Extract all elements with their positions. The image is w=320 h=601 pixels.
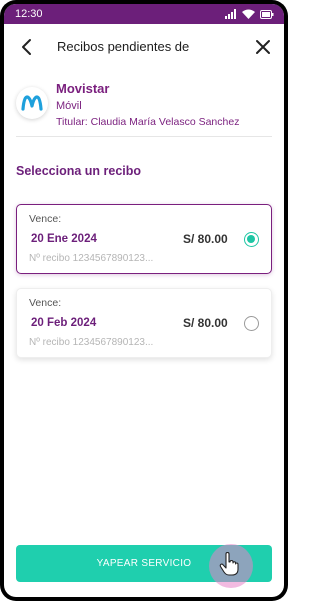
divider: [16, 136, 272, 137]
provider-service: Móvil: [56, 100, 82, 112]
provider-name: Movistar: [56, 81, 110, 96]
receipt-card[interactable]: Vence: 20 Feb 2024 S/ 80.00 Nº recibo 12…: [16, 288, 272, 358]
header: Recibos pendientes de: [4, 30, 284, 64]
status-bar: 12:30: [4, 4, 284, 24]
device-frame: 12:30 Recibos pendientes de Movistar Móv…: [0, 0, 288, 601]
status-time: 12:30: [15, 8, 43, 20]
due-label: Vence:: [29, 213, 62, 225]
receipt-number: Nº recibo 1234567890123...: [29, 337, 154, 348]
signal-icon: [225, 9, 236, 19]
wifi-icon: [242, 9, 255, 19]
back-arrow-icon[interactable]: [18, 37, 36, 57]
section-title: Selecciona un recibo: [16, 164, 142, 178]
receipt-radio-selected[interactable]: [244, 232, 259, 247]
due-label: Vence:: [29, 297, 62, 309]
due-date: 20 Ene 2024: [31, 233, 97, 245]
provider-card: Movistar Móvil Titular: Claudia María Ve…: [16, 78, 272, 136]
battery-icon: [260, 9, 274, 19]
due-date: 20 Feb 2024: [31, 317, 97, 329]
hand-cursor-icon: [219, 552, 239, 576]
app-screen: 12:30 Recibos pendientes de Movistar Móv…: [4, 4, 284, 597]
receipt-amount: S/ 80.00: [183, 232, 228, 246]
close-icon[interactable]: [254, 38, 272, 56]
receipt-number: Nº recibo 1234567890123...: [29, 253, 154, 264]
movistar-logo-icon: [16, 87, 48, 119]
account-holder: Titular: Claudia María Velasco Sanchez: [56, 116, 240, 128]
receipt-card[interactable]: Vence: 20 Ene 2024 S/ 80.00 Nº recibo 12…: [16, 204, 272, 274]
receipt-amount: S/ 80.00: [183, 316, 228, 330]
page-title: Recibos pendientes de: [57, 39, 190, 54]
receipt-radio[interactable]: [244, 316, 259, 331]
